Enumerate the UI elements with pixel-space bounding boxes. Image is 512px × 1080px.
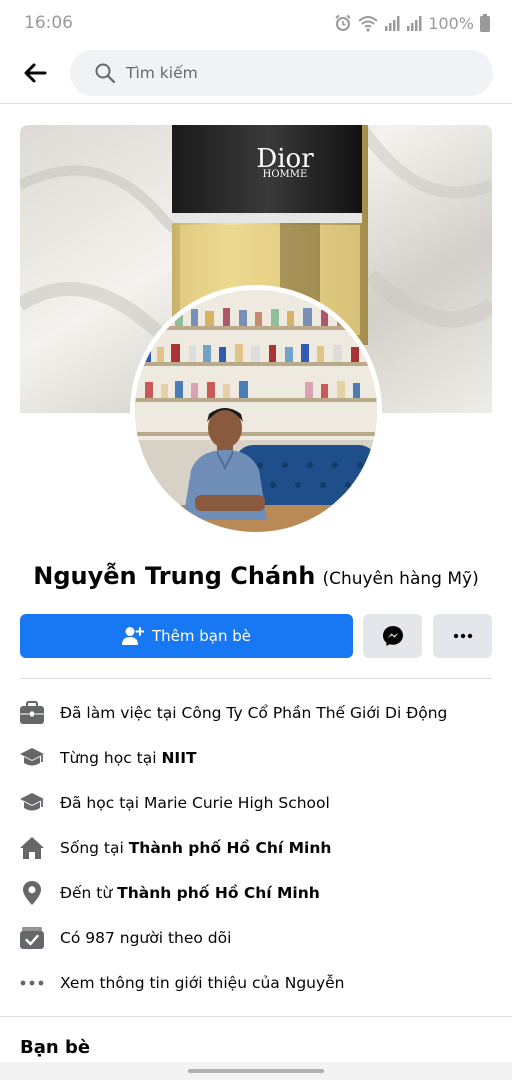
signal-icon: [407, 16, 422, 31]
more-options-button[interactable]: [433, 614, 492, 658]
info-row-followers: Có 987 người theo dõi: [0, 915, 512, 960]
profile-name-alternate: (Chuyên hàng Mỹ): [322, 569, 479, 589]
home-icon: [19, 835, 45, 861]
battery-icon: [480, 14, 490, 32]
info-text-from: Đến từ Thành phố Hồ Chí Minh: [60, 883, 320, 902]
info-row-education-1: Từng học tại NIIT: [0, 735, 512, 780]
avatar-image: [135, 290, 377, 532]
info-text-lives-in: Sống tại Thành phố Hồ Chí Minh: [60, 838, 332, 857]
info-row-from: Đến từ Thành phố Hồ Chí Minh: [0, 870, 512, 915]
profile-name-main: Nguyễn Trung Chánh: [33, 562, 316, 590]
status-icons: 100%: [334, 12, 490, 34]
system-nav-bar: [0, 1062, 512, 1080]
messenger-button[interactable]: [363, 614, 422, 658]
more-horizontal-icon: [19, 970, 45, 996]
info-row-work: Đã làm việc tại Công Ty Cổ Phần Thế Giới…: [0, 690, 512, 735]
back-button[interactable]: [18, 58, 52, 88]
battery-text: 100%: [428, 13, 474, 33]
status-bar: 16:06 100%: [0, 0, 512, 46]
location-pin-icon: [19, 880, 45, 906]
profile-name: Nguyễn Trung Chánh (Chuyên hàng Mỹ): [0, 562, 512, 590]
search-input[interactable]: Tìm kiếm: [70, 50, 493, 96]
profile-avatar[interactable]: [130, 285, 382, 537]
home-gesture-handle[interactable]: [188, 1069, 324, 1073]
graduation-cap-icon: [19, 790, 45, 816]
messenger-icon: [382, 626, 403, 646]
followers-icon: [19, 925, 45, 951]
signal-icon: [385, 16, 400, 31]
more-icon: [453, 633, 472, 639]
info-row-lives-in: Sống tại Thành phố Hồ Chí Minh: [0, 825, 512, 870]
arrow-left-icon: [24, 63, 47, 83]
wifi-icon: [358, 16, 378, 32]
briefcase-icon: [19, 700, 45, 726]
add-friend-button[interactable]: Thêm bạn bè: [20, 614, 353, 658]
alarm-icon: [335, 14, 351, 31]
info-row-see-more[interactable]: Xem thông tin giới thiệu của Nguyễn: [0, 960, 512, 1005]
graduation-cap-icon: [19, 745, 45, 771]
section-divider: [20, 678, 492, 679]
search-placeholder: Tìm kiếm: [126, 64, 198, 82]
info-text-followers: Có 987 người theo dõi: [60, 928, 232, 947]
search-icon: [95, 63, 116, 84]
person-add-icon: [121, 627, 144, 645]
info-text-see-more[interactable]: Xem thông tin giới thiệu của Nguyễn: [60, 974, 345, 992]
info-text-education-2: Đã học tại Marie Curie High School: [60, 793, 330, 812]
cover-brand-sub: HOMME: [263, 169, 308, 180]
info-row-education-2: Đã học tại Marie Curie High School: [0, 780, 512, 825]
section-divider: [0, 1016, 512, 1017]
info-text-work: Đã làm việc tại Công Ty Cổ Phần Thế Giới…: [60, 703, 448, 722]
friends-section-title[interactable]: Bạn bè: [20, 1037, 90, 1058]
status-time: 16:06: [24, 13, 73, 33]
info-text-education-1: Từng học tại NIIT: [60, 748, 197, 767]
add-friend-label: Thêm bạn bè: [151, 627, 252, 645]
top-bar: Tìm kiếm: [0, 46, 512, 104]
